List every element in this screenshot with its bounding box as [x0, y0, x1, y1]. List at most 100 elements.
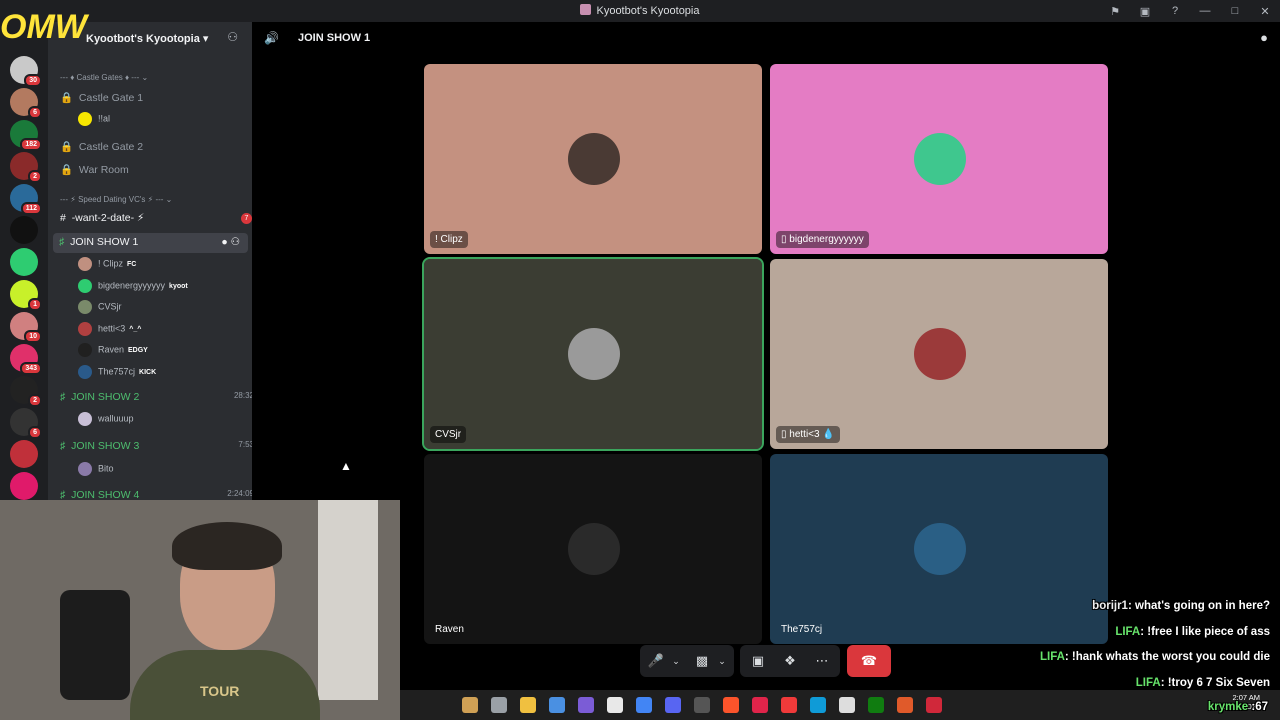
server-icon	[580, 4, 592, 15]
participant-label: CVSjr	[430, 426, 467, 443]
video-tile[interactable]: Raven	[424, 454, 762, 644]
mouse-cursor: ▲	[340, 459, 352, 473]
unread-badge: 6	[28, 426, 42, 439]
server-icon-10[interactable]: 2	[10, 376, 42, 407]
participant-label: ▯ bigdenergyyyyyy	[776, 231, 869, 248]
server-icon-4[interactable]: 112	[10, 184, 42, 215]
chat-icon[interactable]: ●	[1260, 30, 1268, 45]
chat-message: LIFA: !hank whats the worst you could di…	[1039, 651, 1270, 663]
minimize-button[interactable]: —	[1190, 5, 1220, 17]
member-tag: ^_^	[129, 325, 142, 333]
title-bar: Kyootbot's Kyootopia ⚑ ▣ ? — □ ✕	[0, 0, 1280, 22]
avatar	[568, 523, 620, 575]
avatar	[78, 364, 92, 379]
unread-badge: 6	[28, 106, 42, 119]
category-castle-gates[interactable]: --- ♦ Castle Gates ♦ --- ⌄	[60, 73, 264, 82]
avatar	[914, 328, 966, 380]
voice-channel-name: JOIN SHOW 1	[298, 32, 371, 44]
avatar	[568, 133, 620, 185]
mention-badge: 7	[241, 213, 252, 224]
chat-message: LIFA: !free I like piece of ass	[1115, 625, 1270, 638]
participant-label: ! Clipz	[430, 231, 468, 248]
server-name[interactable]: Kyootbot's Kyootopia ▾	[86, 32, 208, 45]
unread-badge: 1	[28, 298, 42, 311]
channel-join-show-3[interactable]: ♯ JOIN SHOW 3 7:53	[60, 440, 264, 452]
channel-join-show-1[interactable]: ♯ JOIN SHOW 1 ● ⚇	[53, 233, 248, 253]
category-speed-dating[interactable]: --- ⚡ Speed Dating VC's ⚡ --- ⌄	[60, 195, 264, 204]
server-icon-12[interactable]	[10, 440, 38, 468]
avatar	[78, 257, 92, 271]
unread-badge: 182	[20, 138, 42, 151]
taskbar-app-icon-5[interactable]	[607, 697, 623, 713]
member-tag: KICK	[139, 368, 157, 376]
video-tile[interactable]: ▯ hetti<3 💧	[770, 259, 1108, 449]
help-icon[interactable]: ?	[1160, 5, 1190, 17]
member-name: bigdenergyyyyyy	[98, 279, 166, 290]
member-tag: kyoot	[169, 282, 188, 290]
hash-icon: #	[60, 212, 66, 224]
video-tile[interactable]: ! Clipz	[424, 64, 762, 254]
avatar	[78, 343, 92, 357]
microphone-icon[interactable]: 🎤	[646, 653, 666, 669]
video-tile[interactable]: ▯ bigdenergyyyyyy	[770, 64, 1108, 254]
channel-castle-gate-1[interactable]: 🔒 Castle Gate 1	[60, 91, 264, 104]
server-icon-13[interactable]	[10, 472, 38, 500]
server-icon-1[interactable]: 6	[10, 88, 42, 119]
server-icon-9[interactable]: 343	[10, 344, 42, 375]
chat-icon[interactable]: ● ⚇	[221, 236, 240, 248]
screen-icon[interactable]: ▣	[1130, 5, 1160, 18]
participant-label: ▯ hetti<3 💧	[776, 426, 840, 443]
taskbar-app-icon-1[interactable]	[491, 697, 507, 713]
member-name: ! Clipz	[98, 258, 124, 269]
unread-badge: 2	[28, 170, 42, 183]
shirt-text: TOUR	[200, 683, 240, 699]
unread-badge: 30	[24, 74, 42, 87]
channel-war-room[interactable]: 🔒 War Room	[60, 163, 264, 176]
taskbar-app-icon-6[interactable]	[636, 697, 652, 713]
video-tile[interactable]: The757cj	[770, 454, 1108, 644]
avatar	[78, 462, 92, 476]
avatar	[78, 300, 92, 314]
close-button[interactable]: ✕	[1250, 5, 1280, 18]
chat-message: borijr1: what's going on in here?	[1092, 600, 1270, 612]
viewer-count: krymke :67	[1207, 701, 1268, 713]
server-icon-11[interactable]: 6	[10, 408, 42, 439]
channel-want-2-date[interactable]: # -want-2-date- ⚡ 7	[60, 212, 264, 224]
avatar	[914, 523, 966, 575]
invite-icon[interactable]: ⚇	[227, 30, 238, 44]
server-icon-7[interactable]: 1	[10, 280, 42, 311]
member-name: hetti<3	[98, 322, 126, 333]
avatar	[78, 321, 92, 336]
unread-badge: 343	[20, 362, 42, 375]
speaker-icon[interactable]: 🔊	[264, 31, 279, 45]
maximize-button[interactable]: □	[1220, 5, 1250, 17]
inbox-icon[interactable]: ⚑	[1100, 5, 1130, 18]
server-icon-8[interactable]: 10	[10, 312, 42, 343]
avatar	[78, 112, 92, 126]
channel-join-show-2[interactable]: ♯ JOIN SHOW 2 28:32	[60, 391, 264, 403]
webcam-door	[318, 500, 378, 700]
unread-badge: 112	[20, 202, 42, 215]
video-tile[interactable]: CVSjr	[422, 257, 764, 451]
taskbar-app-icon-0[interactable]	[462, 697, 478, 713]
webcam-overlay: TOUR	[0, 500, 400, 720]
avatar	[78, 278, 92, 293]
taskbar-app-icon-2[interactable]	[520, 697, 536, 713]
taskbar-app-icon-3[interactable]	[549, 697, 565, 713]
taskbar-app-icon-4[interactable]	[578, 697, 594, 713]
lock-icon: 🔒	[60, 92, 74, 104]
webcam-person-hair	[172, 522, 282, 570]
stream-logo: OMW	[0, 8, 87, 46]
window-title: Kyootbot's Kyootopia	[0, 4, 1280, 17]
server-icon-6[interactable]	[10, 248, 38, 276]
server-icon-2[interactable]: 182	[10, 120, 42, 151]
voice-header: 🔊 JOIN SHOW 1 ●	[252, 22, 1280, 52]
server-icon-3[interactable]: 2	[10, 152, 42, 183]
webcam-microphone	[60, 590, 130, 700]
server-icon-0[interactable]: 30	[10, 56, 42, 87]
lock-icon: 🔒	[60, 141, 74, 153]
member-tag: EDGY	[128, 347, 148, 355]
window-controls: ⚑ ▣ ? — □ ✕	[1100, 0, 1280, 22]
server-icon-5[interactable]	[10, 216, 38, 244]
channel-castle-gate-2[interactable]: 🔒 Castle Gate 2	[60, 140, 264, 153]
